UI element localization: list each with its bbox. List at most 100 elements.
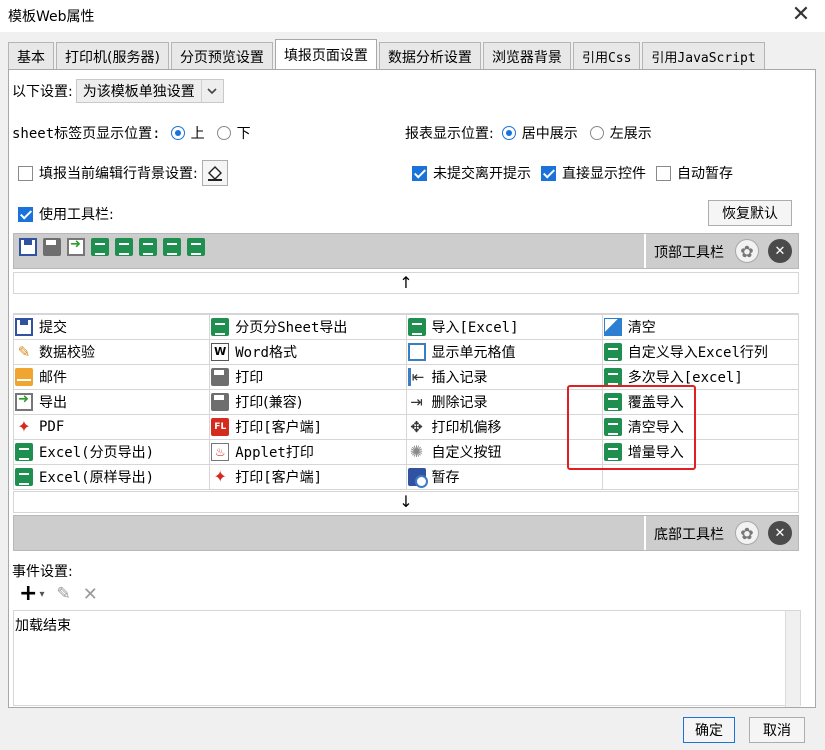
excel-icon[interactable] bbox=[163, 238, 181, 256]
grid-item-label: Excel(原样导出) bbox=[39, 470, 155, 486]
grid-item-show-cell-value[interactable]: 显示单元格值 bbox=[405, 339, 603, 365]
grid-item-insert-row[interactable]: ⇤ 插入记录 bbox=[405, 364, 603, 390]
delete-icon[interactable]: ✕ bbox=[83, 584, 98, 605]
tab-css[interactable]: 引用Css bbox=[572, 42, 641, 70]
grid-item-clear-import[interactable]: 清空导入 bbox=[601, 414, 800, 440]
close-icon[interactable]: ✕ bbox=[768, 521, 792, 545]
grid-item-excel-page-export[interactable]: Excel(分页导出) bbox=[12, 439, 211, 465]
grid-item-label: Word格式 bbox=[235, 345, 297, 361]
insert-row-icon: ⇤ bbox=[407, 368, 426, 386]
cancel-button[interactable]: 取消 bbox=[749, 717, 805, 743]
excel-icon bbox=[407, 318, 426, 336]
sheet-pos-row: sheet标签页显示位置: 上 下 bbox=[12, 123, 251, 143]
grid-item-pdf[interactable]: ✦ PDF bbox=[12, 414, 211, 440]
tab-bar: 基本 打印机(服务器) 分页预览设置 填报页面设置 数据分析设置 浏览器背景 引… bbox=[8, 39, 767, 70]
edit-icon[interactable]: ✎ bbox=[56, 584, 70, 604]
excel-icon bbox=[15, 443, 33, 461]
checkbox-label: 自动暂存 bbox=[677, 166, 733, 182]
export-icon[interactable] bbox=[67, 237, 85, 256]
grid-item-export[interactable]: 导出 bbox=[12, 389, 211, 415]
grid-item-incremental-import[interactable]: 增量导入 bbox=[601, 439, 800, 465]
paint-bucket-icon[interactable] bbox=[201, 160, 228, 186]
restore-default-button[interactable]: 恢复默认 bbox=[708, 200, 792, 226]
scope-label: 以下设置: bbox=[12, 84, 73, 100]
add-icon[interactable]: + bbox=[19, 583, 37, 605]
leave-prompt-option[interactable]: 未提交离开提示 bbox=[412, 163, 531, 183]
grid-item-printer-offset[interactable]: ✥ 打印机偏移 bbox=[405, 414, 603, 440]
radio-label: 上 bbox=[190, 126, 205, 142]
grid-item-label: 打印(兼容) bbox=[235, 395, 303, 411]
grid-item-overwrite-import[interactable]: 覆盖导入 bbox=[601, 389, 800, 415]
tab-javascript[interactable]: 引用JavaScript bbox=[642, 42, 765, 70]
tab-basic[interactable]: 基本 bbox=[8, 42, 54, 70]
grid-item-email[interactable]: 邮件 bbox=[12, 364, 211, 390]
eraser-icon bbox=[603, 318, 622, 336]
excel-icon[interactable] bbox=[139, 238, 157, 256]
autosave-option[interactable]: 自动暂存 bbox=[656, 163, 733, 183]
move-icon: ✥ bbox=[410, 418, 423, 436]
grid-item-excel-raw-export[interactable]: Excel(原样导出) bbox=[12, 464, 211, 490]
direct-show-checkbox bbox=[541, 165, 556, 181]
event-toolbar: + ▾ ✎ ✕ bbox=[19, 583, 98, 605]
excel-icon[interactable] bbox=[115, 238, 133, 256]
gear-icon[interactable]: ✿ bbox=[735, 239, 759, 263]
tab-printer-server[interactable]: 打印机(服务器) bbox=[56, 42, 169, 70]
grid-item-clear[interactable]: 清空 bbox=[601, 314, 800, 340]
excel-icon[interactable] bbox=[91, 238, 109, 256]
grid-item-multi-import[interactable]: 多次导入[excel] bbox=[601, 364, 800, 390]
direct-show-option[interactable]: 直接显示控件 bbox=[541, 163, 646, 183]
excel-icon bbox=[603, 343, 622, 361]
grid-item-custom-import[interactable]: 自定义导入Excel行列 bbox=[601, 339, 800, 365]
grid-item-custom-button[interactable]: ✺ 自定义按钮 bbox=[405, 439, 603, 465]
grid-item-delete-row[interactable]: ⇥ 删除记录 bbox=[405, 389, 603, 415]
chevron-down-icon[interactable]: ▾ bbox=[39, 589, 44, 600]
tab-label: 浏览器背景 bbox=[491, 49, 562, 66]
grid-item-label: 导入[Excel] bbox=[431, 320, 519, 336]
grid-item-empty bbox=[601, 464, 800, 490]
close-icon[interactable]: ✕ bbox=[768, 239, 792, 263]
grid-item-label: 打印 bbox=[235, 370, 264, 386]
radio-report-left[interactable]: 左展示 bbox=[589, 123, 652, 143]
pdf-icon: ✦ bbox=[213, 467, 227, 486]
gear-icon[interactable]: ✿ bbox=[735, 521, 759, 545]
grid-item-sheet-export[interactable]: 分页分Sheet导出 bbox=[209, 314, 407, 340]
flash-print-icon: FL bbox=[211, 418, 230, 436]
chevron-down-icon bbox=[200, 80, 223, 102]
tab-page-preview[interactable]: 分页预览设置 bbox=[170, 42, 273, 70]
move-up-arrow[interactable]: ↑ bbox=[13, 272, 799, 294]
tab-browser-bg[interactable]: 浏览器背景 bbox=[482, 42, 571, 70]
grid-item-verify[interactable]: ✎ 数据校验 bbox=[12, 339, 211, 365]
ok-button[interactable]: 确定 bbox=[683, 717, 735, 743]
close-icon[interactable]: ✕ bbox=[789, 4, 813, 28]
grid-item-pdf-print[interactable]: ✦ 打印[客户端] bbox=[209, 464, 407, 490]
grid-item-temp-save[interactable]: 暂存 bbox=[405, 464, 603, 490]
grid-item-print-compat[interactable]: 打印(兼容) bbox=[209, 389, 407, 415]
scope-dropdown[interactable]: 为该模板单独设置 bbox=[75, 79, 224, 103]
grid-item-submit[interactable]: 提交 bbox=[12, 314, 211, 340]
grid-item-flash-print[interactable]: FL 打印[客户端] bbox=[209, 414, 407, 440]
tab-data-analysis[interactable]: 数据分析设置 bbox=[378, 42, 481, 70]
autosave-checkbox bbox=[656, 165, 671, 181]
grid-item-label: 清空 bbox=[627, 320, 656, 336]
grid-item-import-excel[interactable]: 导入[Excel] bbox=[405, 314, 603, 340]
use-toolbar-row[interactable]: 使用工具栏: bbox=[18, 204, 114, 224]
grid-item-word[interactable]: W Word格式 bbox=[209, 339, 407, 365]
excel-icon[interactable] bbox=[187, 238, 205, 256]
event-item[interactable]: 加载结束 bbox=[15, 615, 71, 635]
temp-save-icon bbox=[407, 468, 428, 488]
grid-item-label: 增量导入 bbox=[627, 445, 684, 461]
scrollbar[interactable] bbox=[785, 611, 800, 707]
print-icon[interactable] bbox=[43, 238, 61, 256]
move-down-arrow[interactable]: ↓ bbox=[13, 491, 799, 513]
radio-report-center[interactable]: 居中展示 bbox=[501, 123, 578, 143]
grid-item-applet-print[interactable]: ♨ Applet打印 bbox=[209, 439, 407, 465]
radio-sheet-bottom[interactable]: 下 bbox=[216, 123, 251, 143]
fill-bg-checkbox[interactable] bbox=[18, 165, 33, 181]
grid-item-print[interactable]: 打印 bbox=[209, 364, 407, 390]
toolbar-divider bbox=[644, 516, 646, 550]
radio-sheet-top[interactable]: 上 bbox=[170, 123, 205, 143]
tab-fill-page[interactable]: 填报页面设置 bbox=[274, 39, 377, 70]
save-icon[interactable] bbox=[19, 238, 37, 256]
excel-icon bbox=[603, 393, 622, 411]
submit-icon bbox=[15, 318, 33, 336]
